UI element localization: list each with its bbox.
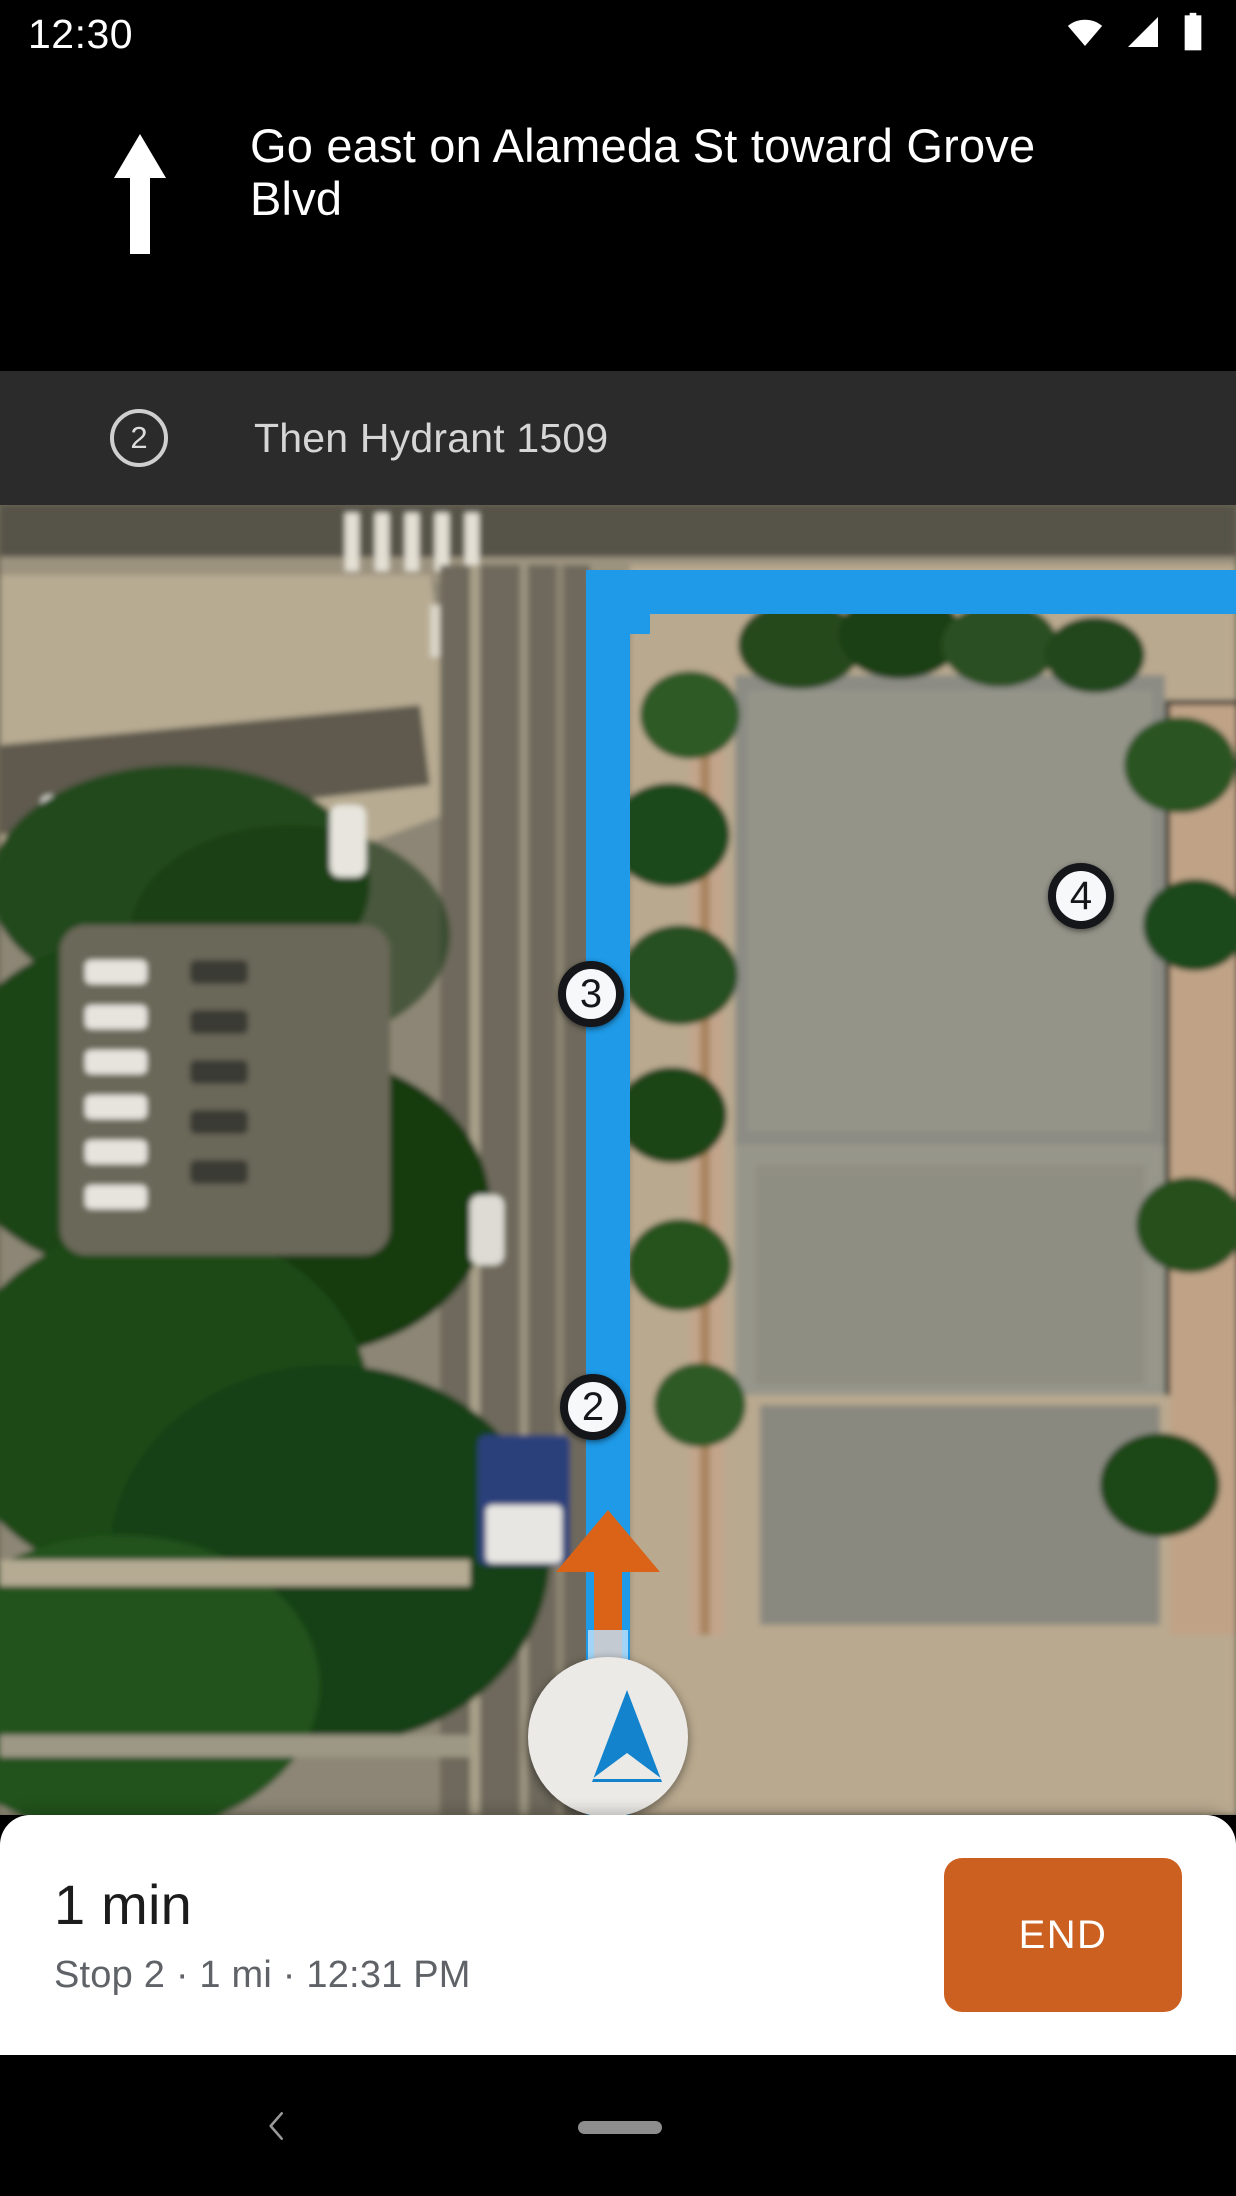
battery-icon (1180, 12, 1206, 57)
next-step-badge: 2 (110, 409, 168, 467)
straight-arrow-icon (110, 130, 170, 263)
vehicle-heading-arrow-notch (592, 1753, 662, 1779)
route-marker[interactable]: 4 (1048, 863, 1114, 929)
wifi-icon (1064, 11, 1106, 58)
navigation-screen: 12:30 Go east on Alameda St toward Grove… (0, 0, 1236, 2196)
trip-summary-card: 1 min Stop 2 · 1 mi · 12:31 PM END (0, 1815, 1236, 2055)
cell-signal-icon (1123, 12, 1163, 57)
eta-duration: 1 min (54, 1873, 192, 1937)
route-marker[interactable]: 3 (558, 961, 624, 1027)
eta-details: Stop 2 · 1 mi · 12:31 PM (54, 1953, 471, 1996)
primary-instruction-text: Go east on Alameda St toward Grove Blvd (250, 119, 1036, 225)
map-view[interactable]: 4 3 2 (0, 505, 1236, 1815)
status-bar-icons (1064, 11, 1206, 58)
next-step-panel: 2 Then Hydrant 1509 (0, 371, 1236, 505)
route-marker[interactable]: 2 (560, 1374, 626, 1440)
back-chevron-icon[interactable] (258, 2107, 296, 2150)
primary-instruction-panel: Go east on Alameda St toward Grove Blvd (0, 68, 1236, 371)
home-pill-icon[interactable] (578, 2121, 662, 2134)
system-navigation-bar (0, 2055, 1236, 2196)
traveled-arrow-head (556, 1510, 660, 1572)
route-line-horizontal (586, 570, 1236, 614)
status-bar: 12:30 (0, 0, 1236, 68)
status-bar-clock: 12:30 (28, 10, 134, 57)
end-navigation-button[interactable]: END (944, 1858, 1182, 2012)
next-step-text: Then Hydrant 1509 (254, 414, 609, 461)
trip-summary-text: 1 min Stop 2 · 1 mi · 12:31 PM (54, 1873, 471, 1996)
